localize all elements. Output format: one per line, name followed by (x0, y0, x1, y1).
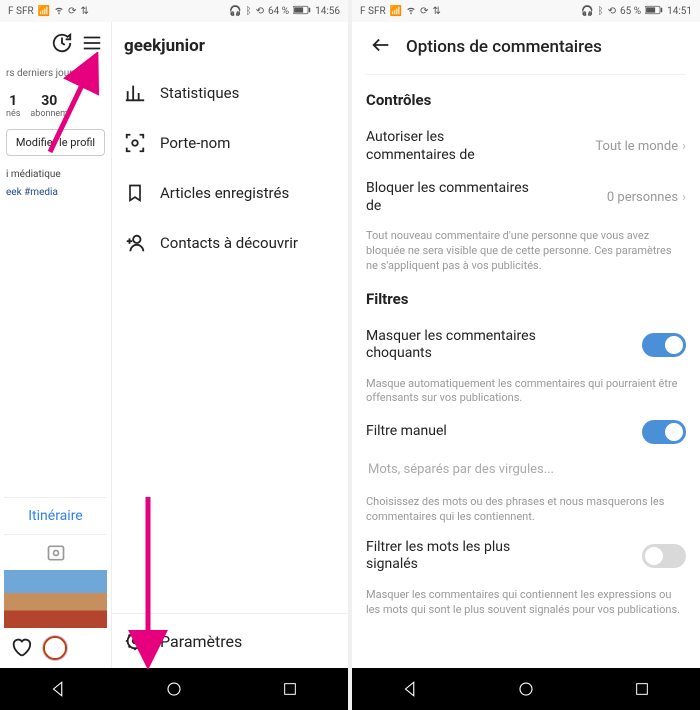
toggle-reported-words[interactable] (642, 544, 686, 568)
menu-settings-label: Paramètres (160, 632, 242, 651)
row-reported-words: Filtrer les mots les plus signalés (366, 531, 686, 582)
hide-offensive-label: Masquer les commentaires choquants (366, 328, 536, 363)
manual-filter-helper: Choisissez des mots ou des phrases et no… (366, 495, 686, 525)
scan-icon (124, 132, 146, 154)
row-block-comments[interactable]: Bloquer les commentaires de 0 personnes … (366, 172, 686, 223)
allow-comments-value: Tout le monde (595, 139, 678, 154)
heart-icon[interactable] (10, 636, 32, 661)
bluetooth-icon: ᛒ (246, 6, 252, 17)
reported-words-helper: Masquer les commentaires qui contiennent… (366, 588, 686, 618)
block-comments-label: Bloquer les commentaires de (366, 180, 536, 215)
sync-icon: ⟳ (68, 6, 76, 17)
phone-right: F SFR 📶 ⟳ ⇅ 🎧 ᛒ ⟲ 65 % 14:51 Options de … (352, 0, 700, 710)
menu-item-nametag[interactable]: Porte-nom (112, 118, 348, 168)
chevron-right-icon: › (682, 139, 686, 154)
menu-item-settings[interactable]: Paramètres (112, 613, 348, 668)
gear-icon (124, 630, 146, 652)
hide-offensive-helper: Masque automatiquement les commentaires … (366, 377, 686, 407)
stat-followers[interactable]: 30 abonnem (30, 93, 68, 119)
side-menu: geekjunior Statistiques Porte-nom Articl… (112, 22, 348, 668)
nav-recent-button[interactable] (622, 675, 662, 703)
story-avatar[interactable] (42, 635, 68, 661)
battery-icon (645, 5, 663, 18)
battery-label: 64 % (268, 6, 289, 17)
carrier-label: F SFR (8, 6, 34, 17)
chevron-right-icon: › (682, 190, 686, 205)
stat-posts-num: 1 (6, 93, 20, 109)
menu-item-discover[interactable]: Contacts à découvrir (112, 218, 348, 268)
battery-label: 65 % (620, 6, 641, 17)
menu-item-saved[interactable]: Articles enregistrés (112, 168, 348, 218)
manual-filter-input[interactable]: Mots, séparés par des virgules... (366, 452, 686, 481)
android-navbar (0, 668, 348, 710)
toggle-hide-offensive[interactable] (642, 333, 686, 357)
time-label: 14:56 (315, 6, 340, 17)
bio-line: i médiatique (4, 168, 107, 187)
headphones-icon: 🎧 (581, 6, 593, 17)
allow-comments-label: Autoriser les commentaires de (366, 129, 536, 164)
wifi-icon (54, 5, 64, 18)
stat-posts[interactable]: 1 nés (6, 93, 20, 119)
android-navbar (352, 668, 700, 710)
bookmark-icon (124, 182, 146, 204)
stat-posts-lbl: nés (6, 109, 20, 119)
controls-helper-text: Tout nouveau commentaire d'une personne … (366, 229, 686, 274)
row-manual-filter: Filtre manuel (366, 412, 686, 452)
block-comments-value: 0 personnes (607, 190, 678, 205)
headphones-icon: 🎧 (229, 6, 241, 17)
rotate-icon: ⟲ (256, 6, 264, 17)
nav-back-button[interactable] (390, 675, 430, 703)
time-label: 14:51 (667, 6, 692, 17)
reported-words-label: Filtrer les mots les plus signalés (366, 539, 536, 574)
sync-icon: ⟳ (420, 6, 428, 17)
page-title: Options de commentaires (406, 37, 602, 57)
section-controls-heading: Contrôles (366, 91, 686, 109)
tagged-tab[interactable] (4, 534, 107, 570)
menu-item-label: Articles enregistrés (160, 184, 289, 202)
bluetooth-icon: ᛒ (598, 6, 604, 17)
status-bar: F SFR 📶 ⟳ ⇅ 🎧 ᛒ ⟲ 65 % 14:51 (352, 0, 700, 22)
hamburger-menu-icon[interactable] (81, 32, 103, 54)
menu-item-label: Porte-nom (160, 134, 230, 152)
toggle-manual-filter[interactable] (642, 420, 686, 444)
itinerary-link[interactable]: Itinéraire (4, 497, 107, 534)
menu-item-label: Statistiques (160, 84, 239, 102)
edit-profile-button[interactable]: Modifier le profil (6, 129, 105, 156)
stat-followers-lbl: abonnem (30, 109, 68, 119)
back-arrow-icon[interactable] (370, 34, 392, 60)
section-filters-heading: Filtres (366, 290, 686, 308)
phone-left: F SFR 📶 ⟳ ⇅ 🎧 ᛒ ⟲ 64 % 14:56 (0, 0, 348, 710)
row-allow-comments[interactable]: Autoriser les commentaires de Tout le mo… (366, 121, 686, 172)
post-thumbnail[interactable] (4, 570, 107, 628)
rotate-icon: ⟲ (608, 6, 616, 17)
activity-icon[interactable] (51, 32, 73, 54)
transfer-icon: ⇅ (80, 6, 88, 17)
transfer-icon: ⇅ (432, 6, 440, 17)
menu-item-statistics[interactable]: Statistiques (112, 68, 348, 118)
timeframe-label: rs derniers jours (4, 62, 107, 89)
bar-chart-icon (124, 82, 146, 104)
stat-followers-num: 30 (30, 93, 68, 109)
wifi-icon (406, 5, 416, 18)
nav-back-button[interactable] (38, 675, 78, 703)
menu-username: geekjunior (112, 22, 348, 68)
row-hide-offensive: Masquer les commentaires choquants (366, 320, 686, 371)
manual-filter-label: Filtre manuel (366, 423, 447, 441)
profile-sidebar: rs derniers jours 1 nés 30 abonnem Modif… (0, 22, 112, 668)
carrier-label: F SFR (360, 6, 386, 17)
nav-recent-button[interactable] (270, 675, 310, 703)
signal-icon: 📶 (390, 6, 402, 17)
nav-home-button[interactable] (506, 675, 546, 703)
nav-home-button[interactable] (154, 675, 194, 703)
hashtag-line[interactable]: eek #media (4, 187, 107, 206)
menu-item-label: Contacts à découvrir (160, 234, 298, 252)
status-bar: F SFR 📶 ⟳ ⇅ 🎧 ᛒ ⟲ 64 % 14:56 (0, 0, 348, 22)
add-person-icon (124, 232, 146, 254)
battery-icon (293, 5, 311, 18)
signal-icon: 📶 (38, 6, 50, 17)
